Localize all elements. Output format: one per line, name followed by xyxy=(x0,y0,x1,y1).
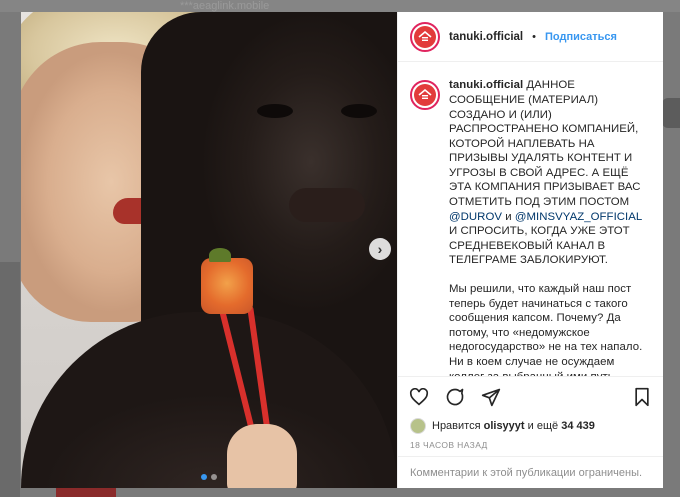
carousel-indicator xyxy=(201,474,217,480)
carousel-dot-active xyxy=(201,474,207,480)
likes-text: Нравится olisyyyt и ещё 34 439 xyxy=(432,420,595,432)
photo-sushi-garnish xyxy=(209,248,231,262)
heart-icon[interactable] xyxy=(408,386,430,408)
comment-icon[interactable] xyxy=(444,386,466,408)
backdrop-url-text: ***aeaglink.mobile xyxy=(180,0,270,12)
comment-button[interactable] xyxy=(445,387,465,407)
caption-text: tanuki.official ДАННОЕ СООБЩЕНИЕ (МАТЕРИ… xyxy=(449,78,651,376)
caption-part1: ДАННОЕ СООБЩЕНИЕ (МАТЕРИАЛ) СОЗДАНО И (И… xyxy=(449,79,641,209)
tanuki-logo-icon xyxy=(414,25,436,48)
carousel-next-button[interactable]: › xyxy=(369,238,391,260)
likes-prefix: Нравится xyxy=(432,420,481,433)
action-bar xyxy=(398,375,663,417)
post-timestamp[interactable]: 18 ЧАСОВ НАЗАД xyxy=(398,436,663,457)
follow-button[interactable]: Подписаться xyxy=(545,31,617,43)
header-username[interactable]: tanuki.official xyxy=(449,31,523,43)
bookmark-icon[interactable] xyxy=(631,386,653,408)
post-side-panel: tanuki.official • Подписаться tanuki.off… xyxy=(397,12,663,488)
post-header: tanuki.official • Подписаться xyxy=(398,12,663,63)
house-logo-icon xyxy=(418,30,432,41)
liker-avatar[interactable] xyxy=(410,418,426,435)
comments-disabled-notice: Комментарии к этой публикации ограничены… xyxy=(398,456,663,488)
mention-minsvyaz[interactable]: @MINSVYAZ_OFFICIAL xyxy=(515,211,642,223)
post-media[interactable]: › xyxy=(21,12,397,488)
caption-avatar[interactable] xyxy=(410,80,440,111)
like-button[interactable] xyxy=(409,387,429,406)
photo-man-eye xyxy=(341,104,377,118)
house-logo-icon xyxy=(418,89,432,100)
share-button[interactable] xyxy=(481,387,501,407)
photo-man-eye xyxy=(257,104,293,118)
post-modal: › tanuki.official • Подписаться tanuki.o… xyxy=(21,12,663,488)
avatar[interactable] xyxy=(410,21,440,52)
backdrop-top-strip xyxy=(0,0,680,12)
caption-conj: и xyxy=(505,210,512,223)
likes-middle: и ещё xyxy=(527,420,559,433)
caption-paragraph2: Мы решили, что каждый наш пост теперь бу… xyxy=(449,283,643,376)
tanuki-logo-icon xyxy=(414,84,436,107)
paper-plane-icon[interactable] xyxy=(480,386,502,408)
backdrop-side-icon xyxy=(662,98,680,128)
likes-count[interactable]: 34 439 xyxy=(561,420,595,432)
carousel-dot xyxy=(211,474,217,480)
caption-area[interactable]: tanuki.official ДАННОЕ СООБЩЕНИЕ (МАТЕРИ… xyxy=(398,62,663,376)
header-separator: • xyxy=(532,30,536,43)
photo-man-lips xyxy=(289,188,365,222)
caption-part2: И СПРОСИТЬ, КОГДА УЖЕ ЭТОТ СРЕДНЕВЕКОВЫЙ… xyxy=(449,225,630,267)
mention-durov[interactable]: @DUROV xyxy=(449,211,502,223)
photo-sushi-roll xyxy=(201,258,253,314)
likes-row: Нравится olisyyyt и ещё 34 439 xyxy=(398,417,663,436)
save-button[interactable] xyxy=(633,387,651,407)
backdrop-left-panel xyxy=(0,262,20,497)
liker-username[interactable]: olisyyyt xyxy=(484,420,525,432)
photo-hand xyxy=(227,424,297,488)
caption-username[interactable]: tanuki.official xyxy=(449,79,523,91)
